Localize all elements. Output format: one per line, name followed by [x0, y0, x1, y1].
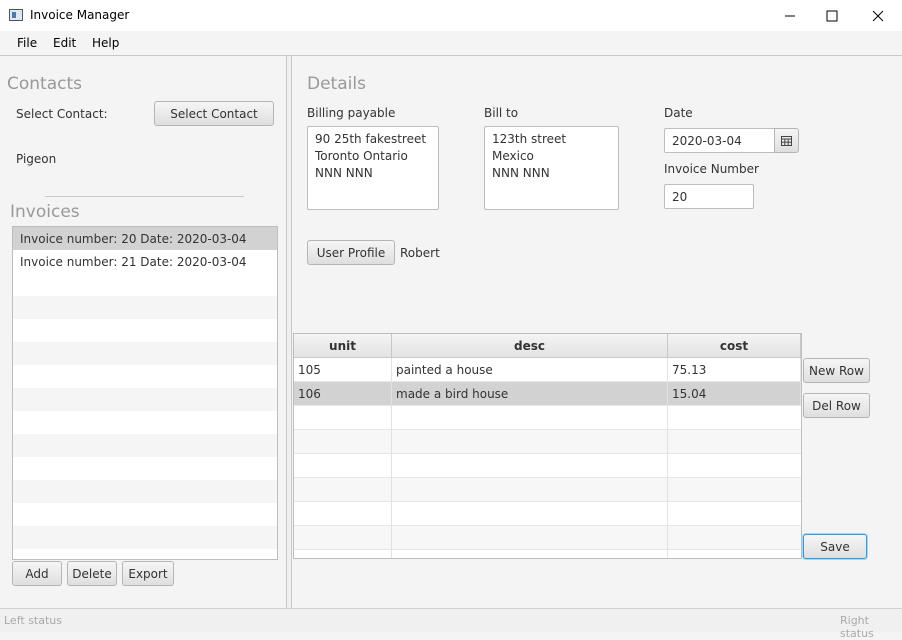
minimize-icon: [784, 15, 795, 16]
cell-unit[interactable]: 106: [294, 382, 392, 406]
invoice-list-empty-row: [13, 319, 277, 342]
window-title: Invoice Manager: [30, 8, 130, 22]
cell-cost[interactable]: 75.13: [668, 358, 801, 382]
empty-cell: [294, 406, 392, 430]
empty-cell: [294, 550, 392, 558]
date-picker-button[interactable]: [774, 128, 799, 153]
invoice-list-empty-row: [13, 296, 277, 319]
invoice-list-empty-row: [13, 434, 277, 457]
bill-to-textarea[interactable]: 123th street Mexico NNN NNN: [484, 126, 619, 210]
empty-cell: [392, 526, 668, 550]
close-button[interactable]: [855, 0, 900, 31]
invoice-list-empty-row: [13, 273, 277, 296]
cell-cost[interactable]: 15.04: [668, 382, 801, 406]
invoice-list-empty-row: [13, 388, 277, 411]
table-row[interactable]: 106 made a bird house 15.04: [294, 382, 801, 406]
menu-edit[interactable]: Edit: [53, 36, 76, 50]
select-contact-label: Select Contact:: [16, 107, 108, 121]
table-empty-row: [294, 430, 801, 454]
empty-cell: [294, 526, 392, 550]
table-empty-row: [294, 478, 801, 502]
invoices-title: Invoices: [10, 202, 80, 222]
app-icon: [9, 9, 23, 21]
column-header-cost[interactable]: cost: [668, 334, 801, 358]
billing-payable-label: Billing payable: [307, 106, 396, 120]
empty-cell: [392, 406, 668, 430]
empty-cell: [294, 454, 392, 478]
invoice-list[interactable]: Invoice number: 20 Date: 2020-03-04 Invo…: [12, 226, 278, 560]
empty-cell: [392, 502, 668, 526]
column-header-desc[interactable]: desc: [392, 334, 668, 358]
right-status: Right status: [840, 614, 874, 640]
contacts-title: Contacts: [7, 74, 82, 94]
invoice-items-table[interactable]: unit desc cost 105 painted a house 75.13…: [293, 333, 802, 559]
maximize-icon: [826, 10, 837, 21]
table-empty-row: [294, 550, 801, 558]
empty-cell: [294, 502, 392, 526]
invoice-list-empty-row: [13, 365, 277, 388]
empty-cell: [392, 550, 668, 558]
maximize-button[interactable]: [809, 0, 854, 31]
invoice-list-empty-row: [13, 503, 277, 526]
split-pane-divider[interactable]: [286, 56, 292, 608]
table-empty-row: [294, 526, 801, 550]
user-name: Robert: [400, 246, 440, 260]
invoice-list-empty-row: [13, 457, 277, 480]
date-field[interactable]: 2020-03-04: [664, 128, 776, 153]
select-contact-button[interactable]: Select Contact: [154, 101, 274, 126]
status-bar: [0, 608, 902, 632]
menu-bar: [0, 31, 902, 56]
cell-unit[interactable]: 105: [294, 358, 392, 382]
left-status: Left status: [4, 614, 62, 627]
billing-payable-textarea[interactable]: 90 25th fakestreet Toronto Ontario NNN N…: [307, 126, 439, 210]
invoice-list-item[interactable]: Invoice number: 20 Date: 2020-03-04: [13, 227, 277, 250]
calendar-icon: [781, 135, 792, 146]
menu-file[interactable]: File: [17, 36, 37, 50]
user-profile-button[interactable]: User Profile: [307, 240, 395, 265]
invoice-list-empty-row: [13, 411, 277, 434]
invoice-number-label: Invoice Number: [664, 162, 759, 176]
save-button[interactable]: Save: [803, 534, 867, 559]
menu-help[interactable]: Help: [92, 36, 119, 50]
new-row-button[interactable]: New Row: [803, 358, 870, 383]
date-label: Date: [664, 106, 693, 120]
table-empty-row: [294, 406, 801, 430]
invoice-list-item[interactable]: Invoice number: 21 Date: 2020-03-04: [13, 250, 277, 273]
export-invoice-button[interactable]: Export: [122, 561, 174, 586]
details-title: Details: [307, 74, 366, 94]
minimize-button[interactable]: [767, 0, 812, 31]
empty-cell: [294, 430, 392, 454]
invoice-list-empty-row: [13, 526, 277, 549]
del-row-button[interactable]: Del Row: [803, 393, 870, 418]
bill-to-label: Bill to: [484, 106, 519, 120]
contacts-separator: [45, 196, 244, 197]
close-icon: [872, 10, 883, 21]
empty-cell: [392, 430, 668, 454]
cell-desc[interactable]: made a bird house: [392, 382, 668, 406]
empty-cell: [392, 478, 668, 502]
empty-cell: [392, 454, 668, 478]
invoice-list-empty-row: [13, 480, 277, 503]
column-header-unit[interactable]: unit: [294, 334, 392, 358]
table-empty-row: [294, 502, 801, 526]
table-row[interactable]: 105 painted a house 75.13: [294, 358, 801, 382]
cell-desc[interactable]: painted a house: [392, 358, 668, 382]
selected-contact-name: Pigeon: [16, 152, 57, 166]
invoice-number-field[interactable]: 20: [664, 184, 754, 209]
empty-cell: [294, 478, 392, 502]
invoice-list-empty-row: [13, 342, 277, 365]
delete-invoice-button[interactable]: Delete: [67, 561, 117, 586]
add-invoice-button[interactable]: Add: [12, 561, 62, 586]
table-empty-row: [294, 454, 801, 478]
